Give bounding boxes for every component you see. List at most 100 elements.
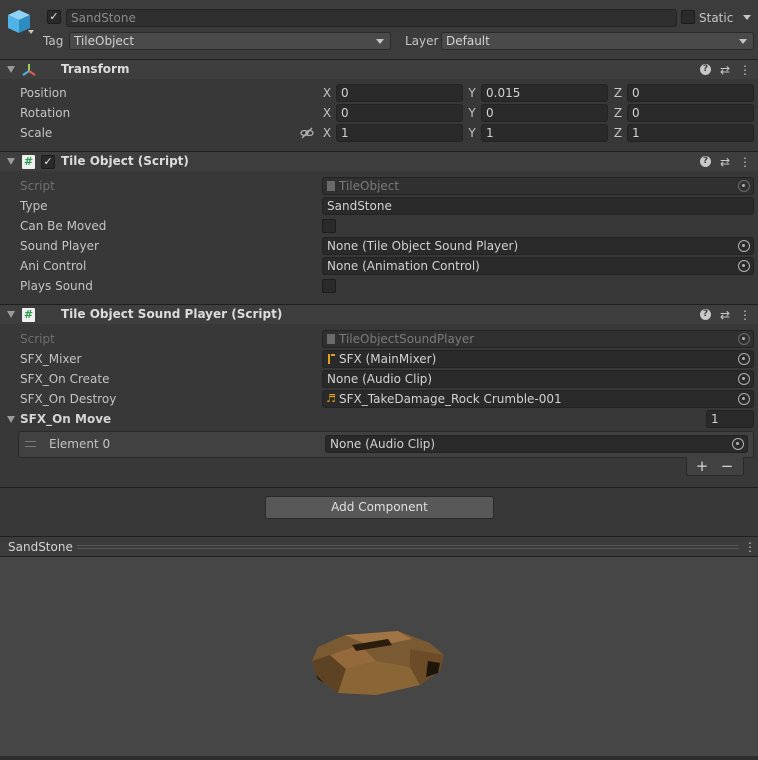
axis-y-label[interactable]: Y <box>466 84 478 102</box>
object-header: ✓ SandStone Static Tag TileObject Layer … <box>0 0 758 60</box>
sound-player-label: Sound Player <box>20 239 99 253</box>
object-picker-icon[interactable] <box>738 240 750 252</box>
axis-x-label[interactable]: X <box>321 104 333 122</box>
object-picker-icon <box>738 333 750 345</box>
preview-splitter[interactable] <box>77 545 739 549</box>
sfx-mixer-label: SFX_Mixer <box>20 352 82 366</box>
context-menu-icon[interactable]: ⋮ <box>738 152 752 172</box>
foldout-icon[interactable] <box>7 158 15 165</box>
rotation-label: Rotation <box>20 106 71 120</box>
sfx-on-create-value: None (Audio Clip) <box>327 372 433 386</box>
sound-player-header[interactable]: # Tile Object Sound Player (Script) ? ⇄ … <box>0 304 758 324</box>
layer-dropdown[interactable]: Default <box>441 32 754 50</box>
can-be-moved-checkbox[interactable] <box>322 219 336 233</box>
context-menu-icon[interactable]: ⋮ <box>738 305 752 325</box>
axis-x-label[interactable]: X <box>321 124 333 142</box>
rock-model <box>312 631 444 695</box>
ani-control-field[interactable]: None (Animation Control) <box>322 257 754 275</box>
object-picker-icon[interactable] <box>738 373 750 385</box>
axis-y-label[interactable]: Y <box>466 124 478 142</box>
object-picker-icon[interactable] <box>738 260 750 272</box>
static-label: Static <box>699 11 734 25</box>
cube-dropdown-arrow-icon[interactable] <box>28 30 34 34</box>
foldout-icon[interactable] <box>7 311 15 318</box>
sfx-on-create-label: SFX_On Create <box>20 372 110 386</box>
transform-icon <box>22 63 36 77</box>
position-y-field[interactable]: 0.015 <box>481 84 608 102</box>
foldout-icon[interactable] <box>7 66 15 73</box>
static-dropdown-icon[interactable] <box>743 15 751 20</box>
sound-player-field[interactable]: None (Tile Object Sound Player) <box>322 237 754 255</box>
tile-object-header[interactable]: # ✓ Tile Object (Script) ? ⇄ ⋮ <box>0 151 758 171</box>
sfx-on-move-size-field[interactable]: 1 <box>706 410 754 428</box>
element-0-label: Element 0 <box>49 437 111 451</box>
preset-sliders-icon[interactable]: ⇄ <box>718 305 732 325</box>
rotation-x-field[interactable]: 0 <box>336 104 463 122</box>
scale-z-field[interactable]: 1 <box>627 124 754 142</box>
axis-z-label[interactable]: Z <box>612 124 624 142</box>
position-x-field[interactable]: 0 <box>336 84 463 102</box>
preview-header: SandStone ⋮ <box>0 536 758 557</box>
preset-sliders-icon[interactable]: ⇄ <box>718 152 732 172</box>
script-label: Script <box>20 332 55 346</box>
static-checkbox[interactable] <box>681 10 695 24</box>
type-label: Type <box>20 199 48 213</box>
script-hash-icon: # <box>22 155 35 169</box>
sound-player-value: None (Tile Object Sound Player) <box>327 239 519 253</box>
divider <box>0 487 758 488</box>
layer-label: Layer <box>405 34 439 48</box>
preview-viewport[interactable] <box>0 557 758 756</box>
list-add-button[interactable]: + <box>692 457 712 475</box>
tile-object-enabled-checkbox[interactable]: ✓ <box>41 155 55 169</box>
scale-y-field[interactable]: 1 <box>481 124 608 142</box>
foldout-icon[interactable] <box>7 416 15 423</box>
scale-x-field[interactable]: 1 <box>336 124 463 142</box>
tag-label: Tag <box>43 34 64 48</box>
mixer-group-icon <box>328 354 330 364</box>
type-field[interactable]: SandStone <box>322 197 754 215</box>
script-value: TileObjectSoundPlayer <box>339 332 475 346</box>
rotation-y-field[interactable]: 0 <box>481 104 608 122</box>
layer-value: Default <box>446 34 490 48</box>
axis-y-label[interactable]: Y <box>466 104 478 122</box>
drag-handle-icon[interactable] <box>25 441 36 447</box>
object-picker-icon[interactable] <box>732 438 744 450</box>
position-z-field[interactable]: 0 <box>627 84 754 102</box>
context-menu-icon[interactable]: ⋮ <box>743 537 757 557</box>
object-picker-icon <box>738 180 750 192</box>
ani-control-label: Ani Control <box>20 259 87 273</box>
element-0-value: None (Audio Clip) <box>330 437 436 451</box>
tag-dropdown[interactable]: TileObject <box>69 32 391 50</box>
sfx-on-create-field[interactable]: None (Audio Clip) <box>322 370 754 388</box>
preset-sliders-icon[interactable]: ⇄ <box>718 60 732 80</box>
sfx-on-move-label[interactable]: SFX_On Move <box>20 409 111 429</box>
object-picker-icon[interactable] <box>738 353 750 365</box>
sfx-mixer-value: SFX (MainMixer) <box>339 352 437 366</box>
transform-header[interactable]: Transform ? ⇄ ⋮ <box>0 59 758 79</box>
rotation-z-field[interactable]: 0 <box>627 104 754 122</box>
list-remove-button[interactable]: − <box>717 457 737 475</box>
preview-bottom-bar <box>0 756 758 760</box>
sound-player-script-field: TileObjectSoundPlayer <box>322 330 754 348</box>
script-hash-icon: # <box>22 308 35 322</box>
object-name-field[interactable]: SandStone <box>66 9 677 27</box>
plays-sound-checkbox[interactable] <box>322 279 336 293</box>
help-icon[interactable]: ? <box>700 156 711 167</box>
help-icon[interactable]: ? <box>700 64 711 75</box>
plays-sound-label: Plays Sound <box>20 279 93 293</box>
script-file-icon <box>327 334 335 344</box>
axis-x-label[interactable]: X <box>321 84 333 102</box>
sfx-on-destroy-field[interactable]: ♬ SFX_TakeDamage_Rock Crumble-001 <box>322 390 754 408</box>
help-icon[interactable]: ? <box>700 309 711 320</box>
axis-z-label[interactable]: Z <box>612 104 624 122</box>
context-menu-icon[interactable]: ⋮ <box>738 60 752 80</box>
axis-z-label[interactable]: Z <box>612 84 624 102</box>
object-picker-icon[interactable] <box>738 393 750 405</box>
constrain-proportions-link-icon[interactable] <box>300 127 314 139</box>
active-checkbox[interactable]: ✓ <box>47 10 61 24</box>
element-0-field[interactable]: None (Audio Clip) <box>325 435 748 453</box>
position-label: Position <box>20 86 67 100</box>
scale-label: Scale <box>20 126 53 140</box>
sfx-mixer-field[interactable]: SFX (MainMixer) <box>322 350 754 368</box>
add-component-button[interactable]: Add Component <box>265 496 494 519</box>
